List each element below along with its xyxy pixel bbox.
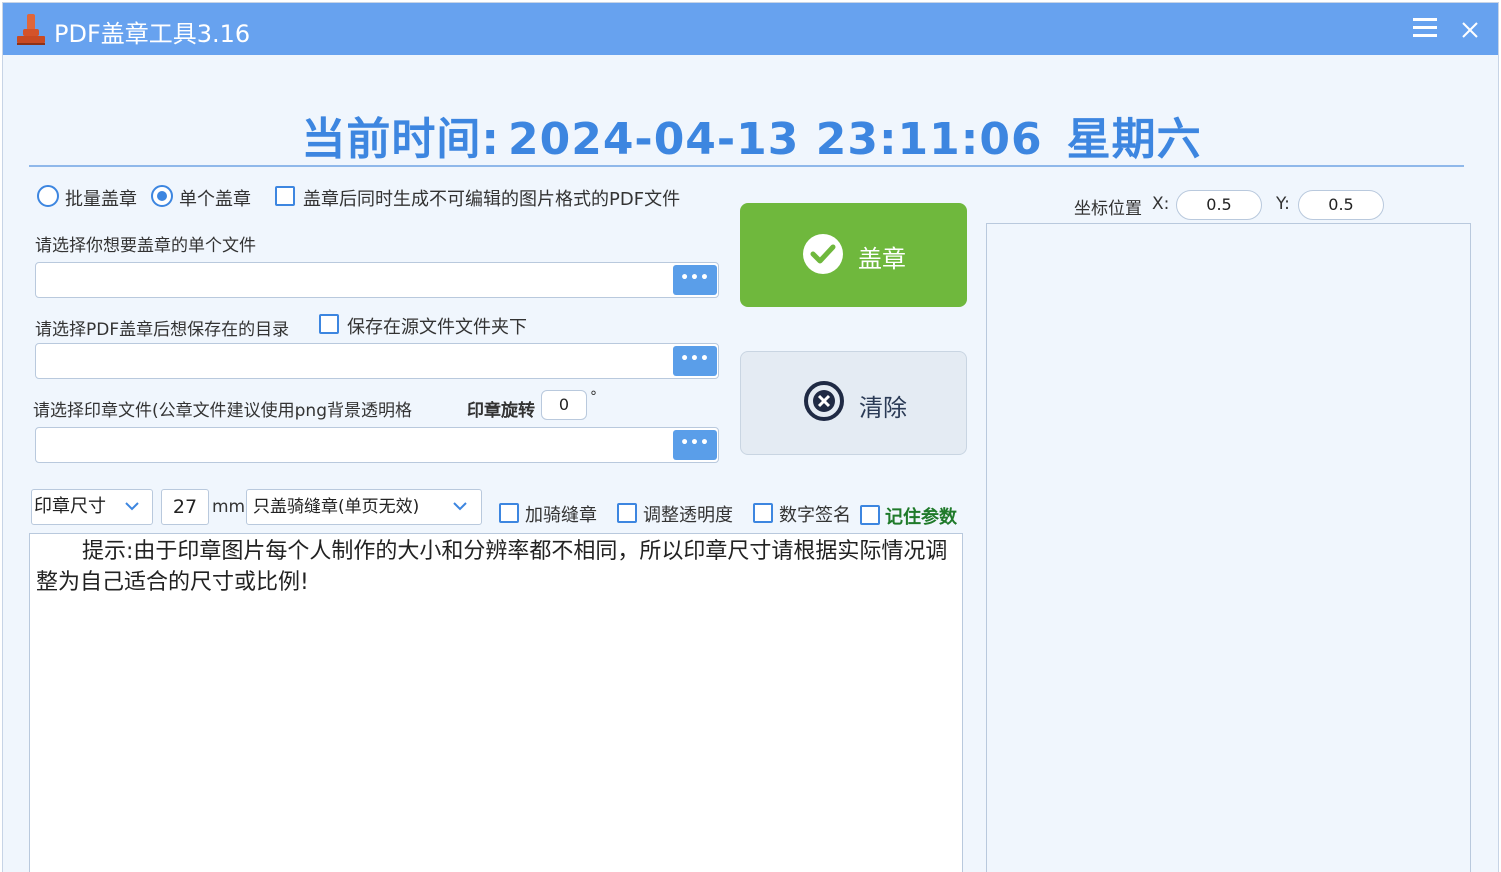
clear-button-label: 清除 (859, 394, 907, 422)
stamp-file-input[interactable] (35, 427, 719, 463)
check-circle-icon (803, 234, 843, 274)
digital-sign-checkbox[interactable] (753, 503, 773, 523)
stamp-file-browse-button[interactable]: ••• (673, 430, 717, 460)
title-bar: PDF盖章工具3.16 (3, 3, 1498, 55)
size-mode-select[interactable]: 印章尺寸 (31, 489, 153, 525)
degree-symbol: ° (590, 389, 597, 405)
stamp-button[interactable]: 盖章 (740, 203, 967, 307)
transparency-checkbox[interactable] (617, 503, 637, 523)
save-same-folder-label[interactable]: 保存在源文件文件夹下 (347, 313, 527, 339)
datetime-value: 2024-04-13 23:11:06 (507, 114, 1043, 165)
single-mode-radio[interactable] (151, 185, 173, 207)
file-browse-button[interactable]: ••• (673, 265, 717, 295)
header-divider (29, 165, 1464, 167)
stamp-preview-panel[interactable] (986, 223, 1471, 872)
batch-mode-label[interactable]: 批量盖章 (65, 185, 137, 211)
stamp-file-label: 请选择印章文件(公章文件建议使用png背景透明格 (33, 401, 412, 421)
seam-stamp-checkbox[interactable] (499, 503, 519, 523)
y-label: Y: (1276, 194, 1290, 214)
batch-mode-radio[interactable] (37, 185, 59, 207)
file-select-label: 请选择你想要盖章的单个文件 (35, 236, 256, 256)
save-dir-label: 请选择PDF盖章后想保存在的目录 (35, 320, 290, 340)
size-value-input[interactable]: 27 (161, 489, 209, 525)
stamp-rotate-input[interactable]: 0 (541, 390, 587, 420)
y-coordinate-input[interactable]: 0.5 (1298, 190, 1384, 220)
app-window: PDF盖章工具3.16 当前时间: 2024-04-13 23:11:06 星期六 … (2, 2, 1499, 872)
file-path-input[interactable] (35, 262, 719, 298)
seam-mode-select[interactable]: 只盖骑缝章(单页无效) (246, 489, 482, 525)
window-title: PDF盖章工具3.16 (54, 20, 251, 48)
stamp-button-label: 盖章 (858, 245, 906, 273)
transparency-label[interactable]: 调整透明度 (643, 501, 733, 527)
seam-mode-value: 只盖骑缝章(单页无效) (253, 497, 420, 517)
x-coordinate-input[interactable]: 0.5 (1176, 190, 1262, 220)
x-circle-icon (804, 381, 844, 421)
hint-textarea[interactable]: 提示:由于印章图片每个人制作的大小和分辨率都不相同，所以印章尺寸请根据实际情况调… (29, 533, 963, 872)
time-label: 当前时间: (301, 114, 500, 165)
digital-sign-label[interactable]: 数字签名 (779, 501, 851, 527)
stamp-rotate-label: 印章旋转 (467, 401, 535, 421)
size-mode-value: 印章尺寸 (34, 496, 106, 517)
current-time-display: 当前时间: 2024-04-13 23:11:06 星期六 (3, 103, 1500, 167)
save-dir-input[interactable] (35, 343, 719, 379)
remember-params-label[interactable]: 记住参数 (885, 503, 957, 529)
seam-stamp-label[interactable]: 加骑缝章 (525, 501, 597, 527)
single-mode-label[interactable]: 单个盖章 (179, 185, 251, 211)
save-same-folder-checkbox[interactable] (319, 314, 339, 334)
save-dir-browse-button[interactable]: ••• (673, 346, 717, 376)
stamp-icon (17, 14, 45, 45)
close-icon[interactable] (1455, 15, 1485, 45)
chevron-down-icon (125, 502, 139, 511)
position-label: 坐标位置 (1074, 199, 1142, 219)
size-unit-label: mm (212, 497, 246, 517)
clear-button[interactable]: 清除 (740, 351, 967, 455)
chevron-down-icon (453, 502, 467, 511)
hamburger-menu-icon[interactable] (1411, 15, 1439, 41)
image-pdf-label[interactable]: 盖章后同时生成不可编辑的图片格式的PDF文件 (303, 185, 680, 211)
weekday-value: 星期六 (1066, 114, 1202, 165)
remember-params-checkbox[interactable] (860, 505, 880, 525)
x-label: X: (1152, 194, 1170, 214)
image-pdf-checkbox[interactable] (275, 186, 295, 206)
